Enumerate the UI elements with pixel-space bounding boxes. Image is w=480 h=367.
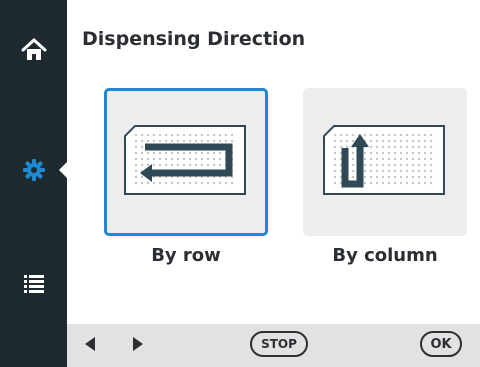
list-icon <box>23 275 44 293</box>
home-icon <box>21 38 46 60</box>
ok-button[interactable]: OK <box>420 331 462 357</box>
column-direction-icon <box>323 125 445 195</box>
row-direction-icon <box>124 125 246 195</box>
option-label-by-column: By column <box>332 245 438 266</box>
arrow-left-icon[interactable] <box>83 336 97 352</box>
gear-icon <box>22 159 45 181</box>
page-title: Dispensing Direction <box>82 28 306 50</box>
stop-button[interactable]: STOP <box>250 331 308 357</box>
list-button[interactable] <box>0 254 67 314</box>
ok-label: OK <box>430 336 452 352</box>
sidebar <box>0 0 67 367</box>
option-by-column[interactable] <box>303 88 467 236</box>
stop-label: STOP <box>261 337 297 351</box>
option-label-by-row: By row <box>151 245 221 266</box>
footer-bar: STOP OK <box>67 324 480 367</box>
home-button[interactable] <box>0 20 67 80</box>
settings-button[interactable] <box>0 140 67 200</box>
option-by-row[interactable] <box>104 88 268 236</box>
arrow-right-icon[interactable] <box>131 336 145 352</box>
active-indicator <box>59 162 67 178</box>
